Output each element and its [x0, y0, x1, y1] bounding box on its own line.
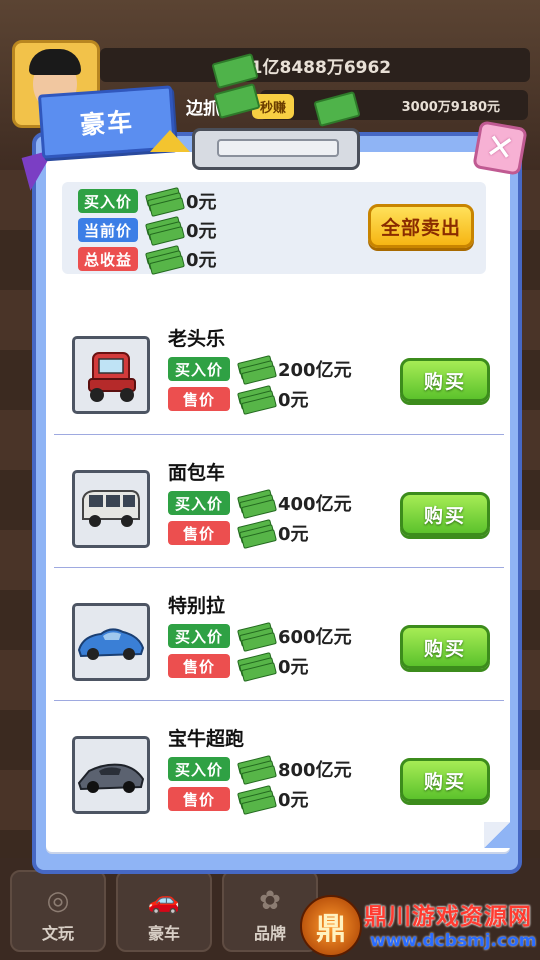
cash-icon	[237, 355, 277, 385]
watermark-logo: 鼎	[300, 895, 362, 957]
car-name: 宝牛超跑	[168, 728, 245, 750]
car-sell-price: 0元	[278, 524, 309, 545]
income-rate-bar: 3000万9180元	[260, 90, 528, 120]
car-buy-price-row: 买入价 800亿元	[168, 755, 352, 785]
car-buy-price-row: 买入价 200亿元	[168, 355, 352, 385]
tab-label: 豪车	[147, 924, 180, 943]
sell-price-badge: 售价	[168, 654, 230, 678]
current-price-badge: 当前价	[78, 218, 139, 242]
cash-icon	[237, 385, 277, 415]
buy-button[interactable]: 购买	[400, 492, 490, 536]
cash-icon	[237, 755, 277, 785]
car-buy-price-row: 买入价 400亿元	[168, 489, 352, 519]
tab-haoche[interactable]: 🚗 豪车	[116, 870, 212, 952]
minivan-image	[72, 470, 150, 548]
car-buy-price: 400亿元	[278, 494, 352, 515]
car-icon: 🚗	[147, 886, 181, 916]
total-money-bar: 61亿8488万6962	[100, 48, 530, 82]
car-sell-price: 0元	[278, 657, 309, 678]
cash-icon	[237, 652, 277, 682]
car-buy-price: 600亿元	[278, 627, 352, 648]
car-item-laotoule: 老头乐 买入价 200亿元 售价 0元 购买	[54, 302, 504, 434]
cash-icon	[237, 622, 277, 652]
site-watermark: 鼎 鼎川游戏资源网 www.dcbsmj.com	[300, 895, 540, 957]
car-name: 面包车	[168, 462, 226, 484]
summary-buy-price-row: 买入价 0元	[78, 187, 217, 217]
cash-icon	[145, 187, 185, 217]
watermark-url: www.dcbsmj.com	[370, 931, 537, 951]
car-sell-price: 0元	[278, 790, 309, 811]
sell-price-badge: 售价	[168, 387, 230, 411]
car-item-baoniu: 宝牛超跑 买入价 800亿元 售价 0元 购买	[54, 702, 504, 834]
tab-label: 文玩	[41, 924, 74, 943]
total-money-value: 61亿8488万6962	[238, 57, 392, 78]
brand-icon: ✿	[259, 886, 281, 916]
cash-icon	[237, 489, 277, 519]
buy-price-badge: 买入价	[168, 624, 230, 648]
watermark-name: 鼎川游戏资源网	[364, 904, 532, 930]
close-button[interactable]: ✕	[472, 120, 528, 176]
sell-all-button[interactable]: 全部卖出	[368, 204, 474, 248]
cash-icon	[145, 245, 185, 275]
car-item-mianbaoche: 面包车 买入价 400亿元 售价 0元 购买	[54, 436, 504, 568]
car-sell-price: 0元	[278, 390, 309, 411]
clipboard-clip	[192, 128, 360, 170]
car-buy-price: 800亿元	[278, 760, 352, 781]
row-divider	[54, 567, 504, 568]
buy-price-badge: 买入价	[168, 757, 230, 781]
buy-button[interactable]: 购买	[400, 758, 490, 802]
close-icon: ✕	[482, 125, 518, 171]
income-rate-value: 3000万9180元	[401, 99, 500, 115]
car-name: 特别拉	[168, 595, 226, 617]
current-price-value: 0元	[186, 221, 217, 242]
row-divider	[54, 434, 504, 435]
sports-car-image	[72, 603, 150, 681]
sell-price-badge: 售价	[168, 787, 230, 811]
car-buy-price-row: 买入价 600亿元	[168, 622, 352, 652]
summary-total-profit-row: 总收益 0元	[78, 245, 217, 275]
car-sell-price-row: 售价 0元	[168, 785, 309, 815]
car-buy-price: 200亿元	[278, 360, 352, 381]
beads-icon: ◎	[46, 886, 70, 916]
modal-title-text: 豪车	[79, 107, 136, 140]
summary-current-price-row: 当前价 0元	[78, 216, 217, 246]
sell-price-badge: 售价	[168, 521, 230, 545]
total-profit-badge: 总收益	[78, 247, 139, 271]
buy-price-value: 0元	[186, 192, 217, 213]
car-name: 老头乐	[168, 328, 226, 350]
car-sell-price-row: 售价 0元	[168, 652, 309, 682]
tab-label: 品牌	[253, 924, 286, 943]
car-item-tebiela: 特别拉 买入价 600亿元 售价 0元 购买	[54, 569, 504, 701]
clipboard-clip-slot	[217, 139, 339, 157]
cash-icon	[145, 216, 185, 246]
cash-icon	[237, 519, 277, 549]
tab-wenwan[interactable]: ◎ 文玩	[10, 870, 106, 952]
avatar-hair	[29, 49, 81, 75]
mobility-scooter-image	[72, 336, 150, 414]
car-sell-price-row: 售价 0元	[168, 385, 309, 415]
total-profit-value: 0元	[186, 250, 217, 271]
cash-icon	[237, 785, 277, 815]
buy-price-badge: 买入价	[78, 189, 139, 213]
buy-price-badge: 买入价	[168, 357, 230, 381]
car-sell-price-row: 售价 0元	[168, 519, 309, 549]
buy-button[interactable]: 购买	[400, 358, 490, 402]
supercar-image	[72, 736, 150, 814]
buy-button[interactable]: 购买	[400, 625, 490, 669]
tag-decoration-right	[150, 130, 190, 152]
row-divider	[54, 700, 504, 701]
buy-price-badge: 买入价	[168, 491, 230, 515]
